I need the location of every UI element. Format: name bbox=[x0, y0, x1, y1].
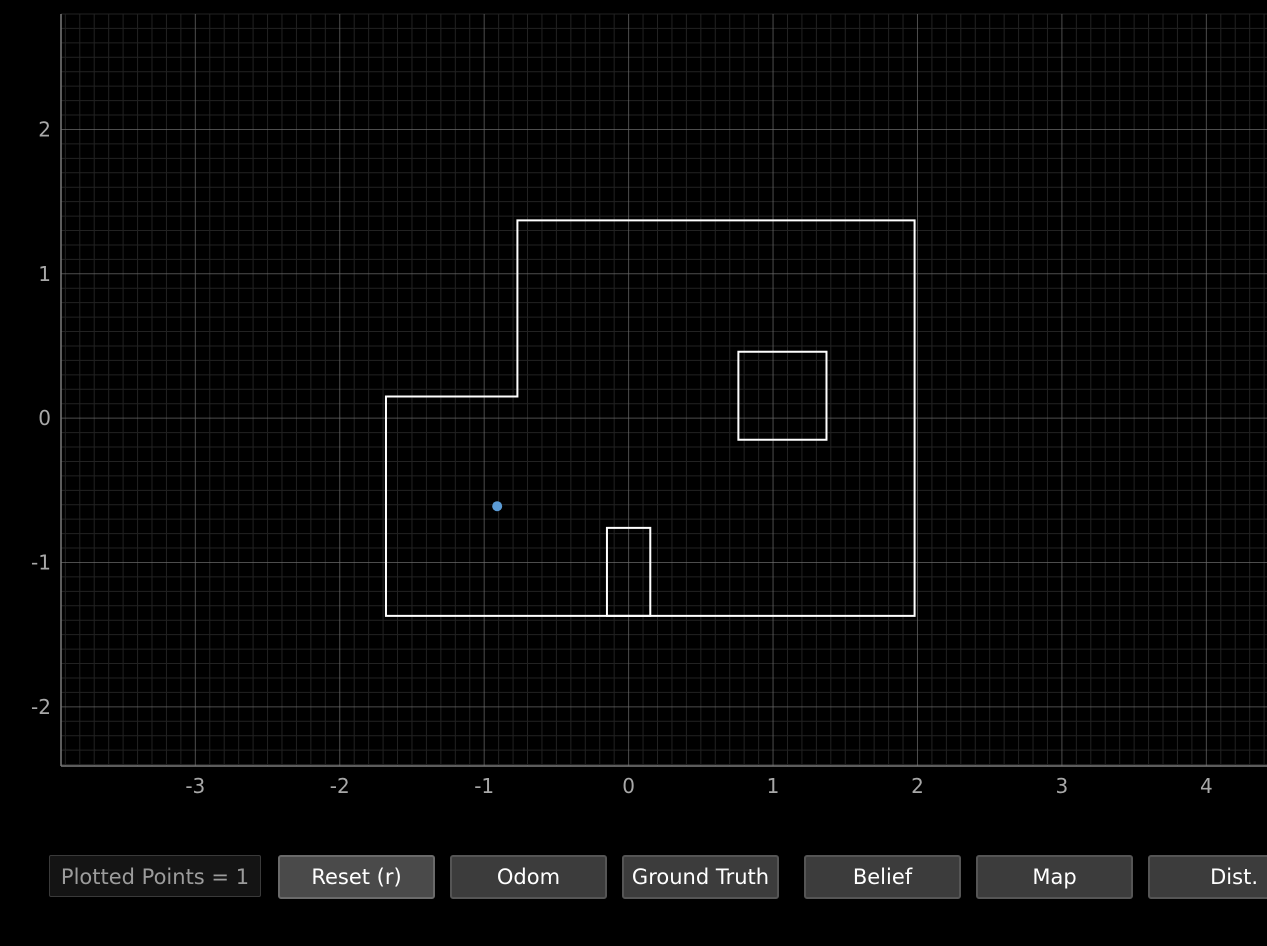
plotter-app: -3 -2 -1 0 1 2 3 4 -2 -1 0 1 2 Plotted Points = 1 Re… bbox=[0, 0, 1267, 946]
y-tick-label: 0 bbox=[38, 406, 51, 430]
map-box-obstacle bbox=[737, 350, 828, 441]
x-tick-label: 3 bbox=[1056, 774, 1069, 798]
dist-button[interactable]: Dist. bbox=[1148, 855, 1267, 899]
x-tick-label: 2 bbox=[911, 774, 924, 798]
y-tick-label: -2 bbox=[31, 695, 51, 719]
plot-canvas[interactable]: -3 -2 -1 0 1 2 3 4 -2 -1 0 1 2 bbox=[0, 0, 1267, 830]
toolbar: Plotted Points = 1 Reset (r) Odom Ground… bbox=[49, 855, 1267, 899]
plotted-point bbox=[492, 501, 503, 512]
x-tick-label: -1 bbox=[474, 774, 494, 798]
x-tick-label: 1 bbox=[767, 774, 780, 798]
x-tick-label: 0 bbox=[622, 774, 635, 798]
y-tick-label: 2 bbox=[38, 117, 51, 141]
ground-truth-button[interactable]: Ground Truth bbox=[622, 855, 779, 899]
x-tick-label: -3 bbox=[185, 774, 205, 798]
belief-button[interactable]: Belief bbox=[804, 855, 961, 899]
plotted-points-counter: Plotted Points = 1 bbox=[49, 855, 261, 897]
x-tick-label: -2 bbox=[330, 774, 350, 798]
map-button[interactable]: Map bbox=[976, 855, 1133, 899]
reset-button[interactable]: Reset (r) bbox=[278, 855, 435, 899]
odom-button[interactable]: Odom bbox=[450, 855, 607, 899]
x-tick-label: 4 bbox=[1200, 774, 1213, 798]
trajectory-plot[interactable]: -3 -2 -1 0 1 2 3 4 -2 -1 0 1 2 bbox=[0, 0, 1267, 830]
y-tick-label: 1 bbox=[38, 262, 51, 286]
y-tick-label: -1 bbox=[31, 550, 51, 574]
